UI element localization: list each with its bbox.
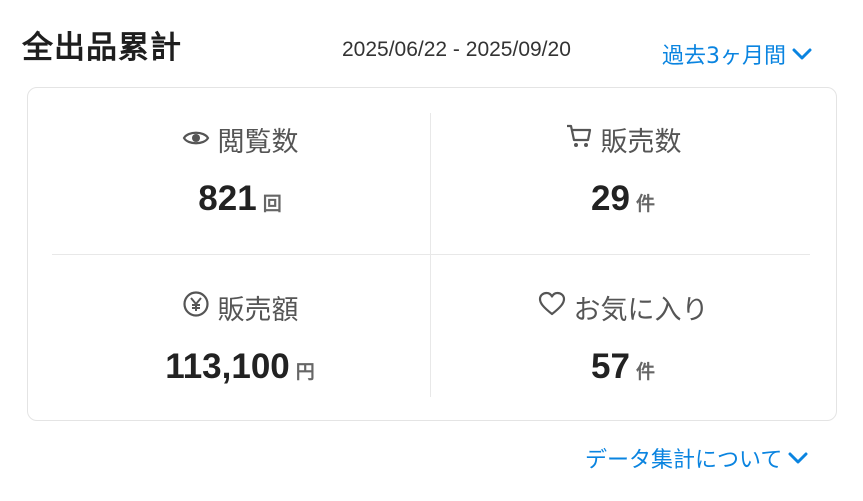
stat-sales-amount: 販売額 113,100 円 — [50, 288, 430, 387]
stat-label: お気に入り — [573, 295, 709, 326]
stat-label: 販売額 — [217, 295, 299, 326]
divider-horizontal — [52, 254, 810, 255]
stat-favorites: お気に入り 57 件 — [433, 288, 813, 387]
cart-icon — [565, 123, 601, 156]
page-title: 全出品累計 — [22, 30, 182, 66]
stat-unit: 件 — [635, 193, 655, 215]
period-label: 過去3ヶ月間 — [662, 44, 786, 69]
stat-value: 57 — [591, 347, 630, 386]
date-range: 2025/06/22 - 2025/09/20 — [342, 38, 571, 61]
stat-value: 29 — [591, 179, 630, 218]
stat-label: 販売数 — [600, 127, 682, 158]
chevron-down-icon — [792, 42, 812, 67]
chevron-down-icon — [788, 446, 808, 471]
eye-icon — [182, 124, 218, 155]
stat-sales-count: 販売数 29 件 — [433, 120, 813, 219]
data-info-link[interactable]: データ集計について — [585, 442, 808, 474]
data-info-label: データ集計について — [585, 448, 783, 473]
stat-value: 113,100 — [165, 347, 290, 386]
period-dropdown[interactable]: 過去3ヶ月間 — [662, 38, 812, 70]
stat-unit: 円 — [295, 361, 315, 383]
stat-value: 821 — [198, 179, 257, 218]
stat-label: 閲覧数 — [217, 127, 299, 158]
stat-views: 閲覧数 821 回 — [50, 120, 430, 219]
yen-circle-icon — [182, 290, 218, 325]
heart-icon — [538, 291, 574, 324]
stat-unit: 回 — [262, 193, 282, 215]
stat-unit: 件 — [635, 361, 655, 383]
divider-vertical — [430, 113, 431, 397]
